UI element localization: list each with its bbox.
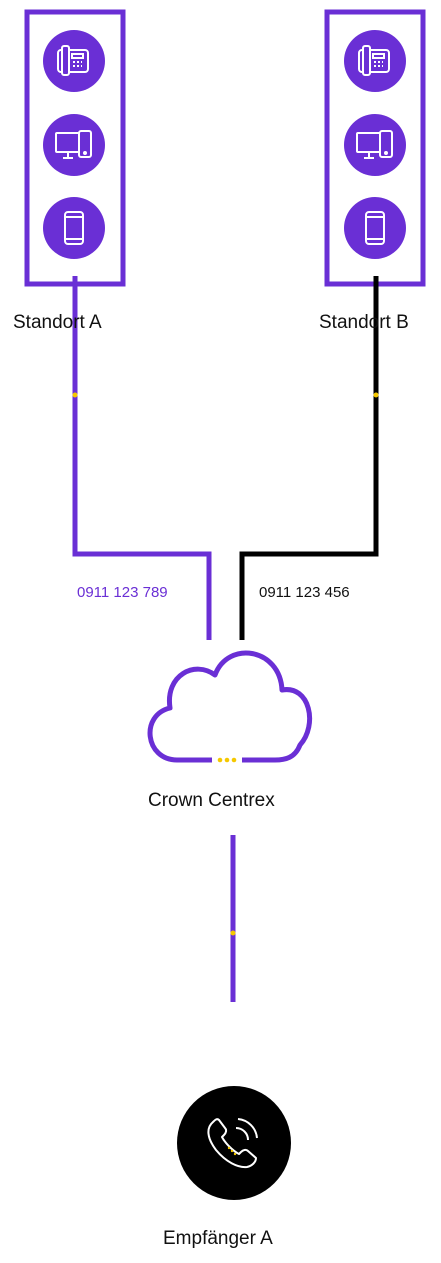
receiver-node (177, 1086, 291, 1200)
site-b (324, 9, 426, 287)
cloud-label: Crown Centrex (148, 790, 275, 811)
site-a-desk-phone (43, 30, 105, 92)
receiver-label: Empfänger A (163, 1228, 273, 1249)
connection-diagram (24, 9, 426, 1200)
line-number-b: 0911 123 456 (259, 584, 350, 601)
line-number-a: 0911 123 789 (77, 584, 168, 601)
site-b-label: Standort B (319, 312, 409, 333)
connector-receiver (230, 835, 236, 1002)
site-a-mobile (43, 197, 105, 259)
site-b-computer (344, 114, 406, 176)
site-b-mobile (344, 197, 406, 259)
site-a (24, 9, 126, 287)
site-b-desk-phone (344, 30, 406, 92)
site-a-computer (43, 114, 105, 176)
cloud-icon (147, 650, 313, 765)
site-a-label: Standort A (13, 312, 102, 333)
